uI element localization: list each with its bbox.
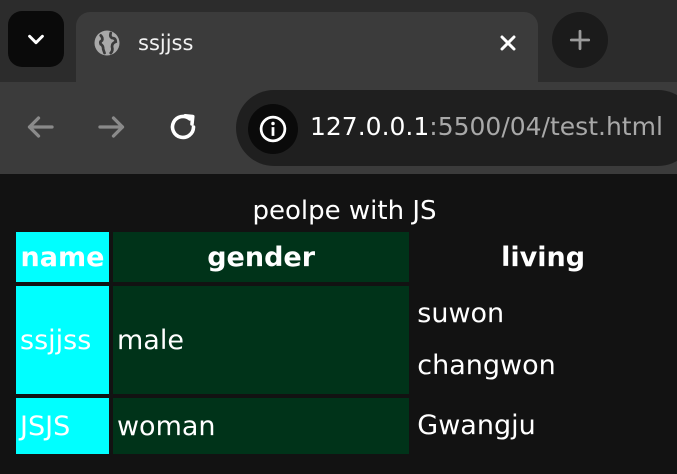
chevron-down-icon: [28, 34, 44, 45]
browser-toolbar: 127.0.0.1:5500/04/test.html: [0, 82, 677, 174]
close-icon[interactable]: [496, 31, 520, 55]
back-arrow-icon[interactable]: [22, 109, 58, 145]
plus-icon: [569, 29, 591, 51]
table-row: ssjjss male suwon changwon: [16, 286, 673, 394]
cell-living: suwon changwon: [413, 286, 673, 394]
tab-search-button[interactable]: [8, 11, 64, 67]
tab-title: ssjjss: [138, 31, 194, 55]
header-living: living: [501, 241, 586, 273]
cell-name: ssjjss: [16, 286, 109, 394]
address-bar[interactable]: 127.0.0.1:5500/04/test.html: [236, 90, 677, 166]
tab-strip: ssjjss: [0, 0, 677, 82]
table-row: JSJS woman Gwangju: [16, 398, 673, 454]
people-table: peolpe with JS name gender living ssjjss…: [12, 196, 677, 458]
living-entry: changwon: [417, 350, 556, 381]
new-tab-button[interactable]: [552, 12, 608, 68]
url-host: 127.0.0.1: [310, 112, 430, 141]
living-entry: suwon: [417, 298, 505, 329]
page-content: peolpe with JS name gender living ssjjss…: [0, 174, 677, 474]
url-text: 127.0.0.1:5500/04/test.html: [310, 112, 663, 141]
table-header-row: name gender living: [16, 232, 673, 282]
table-caption: peolpe with JS: [252, 196, 437, 226]
cell-gender: woman: [112, 398, 410, 454]
header-gender: gender: [112, 232, 410, 282]
cell-name: JSJS: [16, 398, 109, 454]
url-path: :5500/04/test.html: [429, 112, 663, 141]
reload-icon[interactable]: [165, 109, 201, 145]
forward-arrow-icon[interactable]: [94, 109, 130, 145]
globe-icon: [94, 30, 120, 56]
cell-living: Gwangju: [413, 398, 673, 454]
cell-gender: male: [112, 286, 410, 394]
browser-tab-active[interactable]: ssjjss: [76, 12, 538, 82]
living-entry: Gwangju: [417, 410, 536, 441]
info-icon: [259, 115, 287, 143]
site-info-button[interactable]: [248, 104, 298, 154]
header-name: name: [16, 232, 109, 282]
